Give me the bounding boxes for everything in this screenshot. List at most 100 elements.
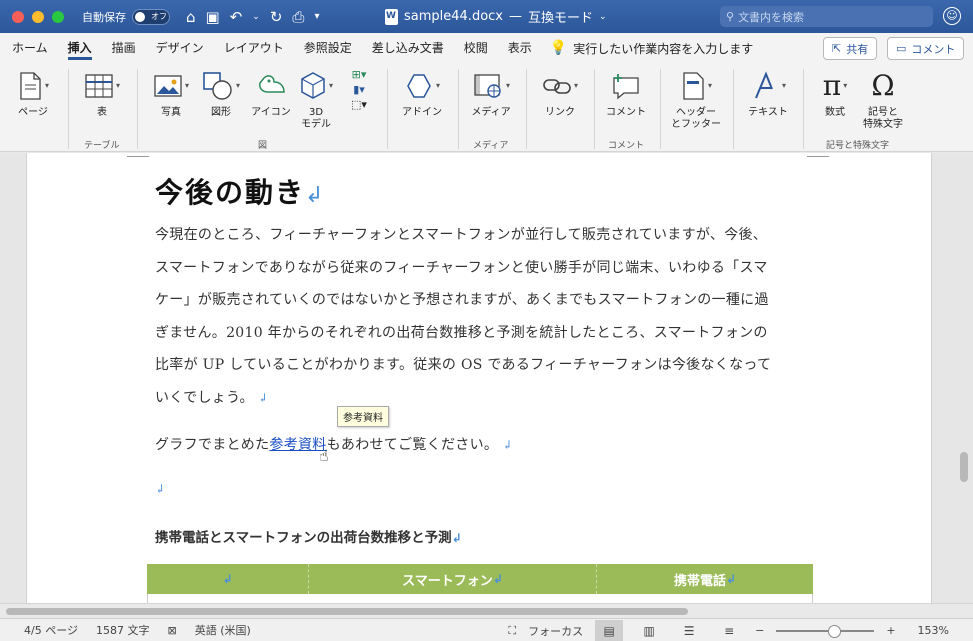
bird-icon [259,75,285,93]
save-icon[interactable]: ▣ [206,8,220,26]
media-button[interactable]: ▾ メディア [466,69,516,119]
compatibility-mode: 互換モード [528,11,594,26]
table-header-cell[interactable]: スマートフォン ↲ [309,564,597,594]
tab-6[interactable]: 差し込み文書 [362,33,454,63]
quick-access-toolbar: ⌂ ▣ ↶ ⌄ ↻ ⎙ ▾ [186,8,319,26]
web-layout-icon: ▥ [643,623,655,638]
text-box-icon [755,71,773,99]
empty-paragraph[interactable]: ↲ [155,473,805,506]
draft-view-button[interactable]: ≡ [715,620,743,641]
document-heading[interactable]: 今後の動き↲ [155,171,325,211]
paragraph-1[interactable]: 今現在のところ、フィーチャーフォンとスマートフォンが並行して販売されていますが、… [155,219,805,415]
draft-icon: ≡ [724,623,735,638]
table-row[interactable] [147,594,813,603]
page-icon [20,72,41,100]
outline-icon: ☰ [683,623,695,638]
chevron-down-icon[interactable]: ⌄ [599,12,607,22]
tab-4[interactable]: レイアウト [214,33,294,63]
table-header-row[interactable]: ↲ スマートフォン ↲ 携帯電話 ↲ [147,564,813,594]
picture-button[interactable]: ▾ 写真 [148,69,194,119]
page-button[interactable]: ▾ ページ [12,69,54,119]
proofing-icon[interactable]: ⊠ [167,624,176,637]
undo-icon[interactable]: ↶ [230,8,243,26]
screenshot-icon[interactable]: ⬚▾ [351,99,367,111]
title-bar: 自動保存 オフ ⌂ ▣ ↶ ⌄ ↻ ⎙ ▾ sample44.docx — 互換… [0,0,973,33]
symbol-button[interactable]: Ω 記号と 特殊文字 [858,69,908,131]
ribbon: ▾ ページ ▾ 表 テーブル ▾ 写真 ▾ 図形 アイコン ▾ 3D モデル ⊞… [0,63,973,152]
smartart-icon[interactable]: ⊞▾ [351,69,367,81]
home-icon[interactable]: ⌂ [186,8,196,26]
table-caption[interactable]: 携帯電話とスマートフォンの出荷台数推移と予測↲ [155,526,462,546]
paragraph-line: 今現在のところ、フィーチャーフォンとスマートフォンが並行して販売されていますが、… [155,227,768,243]
group-label-illustrations: 図 [258,141,268,151]
pi-icon: π [822,69,842,102]
paragraph-line: ケー」が販売されていくのではないかと予想されますが、あくまでもスマートフォンの一… [155,292,769,309]
hand-cursor-icon: ☝ [319,446,329,465]
group-label-media: メディア [473,141,509,151]
maximize-window-button[interactable] [52,10,64,23]
link-tooltip: 参考資料 [337,406,389,427]
return-mark: ↲ [253,390,269,405]
web-layout-view-button[interactable]: ▥ [635,620,663,641]
print-layout-view-button[interactable]: ▤ [595,619,624,641]
paragraph-line: いくでしょう。 ↲ [155,389,269,406]
shapes-button[interactable]: ▾ 図形 [198,69,244,119]
document-title: sample44.docx — 互換モード ⌄ [385,0,607,33]
tab-7[interactable]: 校閲 [454,33,498,63]
new-comment-button[interactable]: コメント [602,69,650,119]
tell-me-box[interactable]: 💡 実行したい作業内容を入力します [550,40,753,57]
close-window-button[interactable] [12,10,24,23]
return-mark: ↲ [155,482,166,496]
tab-3[interactable]: デザイン [146,33,214,63]
icons-button[interactable]: アイコン [248,69,294,119]
media-icon [474,74,501,98]
chart-icon[interactable]: ▮▾ [351,84,367,96]
3d-models-button[interactable]: ▾ 3D モデル [296,69,336,131]
vertical-scrollbar-thumb[interactable] [960,452,968,482]
addins-button[interactable]: ▾ アドイン [398,69,446,119]
tab-2[interactable]: 描画 [102,33,146,63]
autosave-toggle[interactable]: オフ [132,8,170,25]
focus-mode[interactable]: フォーカス [528,623,583,639]
autosave-label: 自動保存 [82,10,126,24]
redo-icon[interactable]: ↻ [270,8,283,26]
customize-toolbar-icon[interactable]: ▾ [314,11,319,22]
zoom-out-icon[interactable]: − [755,624,764,637]
search-input[interactable]: ⚲ 文書内を検索 [720,6,933,27]
horizontal-scrollbar-thumb[interactable] [6,608,688,615]
print-icon[interactable]: ⎙ [292,8,304,26]
chevron-down-icon[interactable]: ⌄ [252,12,260,22]
return-mark: ↲ [305,183,326,208]
text-button[interactable]: ▾ テキスト [742,69,794,119]
table-header-cell[interactable]: ↲ [147,564,309,594]
tab-8[interactable]: 表示 [498,33,542,63]
language-status[interactable]: 英語 (米国) [195,622,251,638]
page-count[interactable]: 4/5 ページ [24,622,78,638]
feedback-smiley-icon[interactable]: ☺ [943,7,961,25]
word-count[interactable]: 1587 文字 [96,622,150,638]
comments-button[interactable]: ▭ コメント [887,37,965,60]
focus-icon[interactable]: ⛶ [508,624,516,638]
table-button[interactable]: ▾ 表 [78,69,126,119]
zoom-in-icon[interactable]: + [886,624,895,637]
equation-button[interactable]: π ▾ 数式 [812,69,858,119]
document-area[interactable]: 今後の動き↲ 今現在のところ、フィーチャーフォンとスマートフォンが並行して販売さ… [0,153,973,603]
zoom-slider[interactable] [776,624,875,638]
return-mark: ↲ [498,438,513,452]
header-footer-button[interactable]: ▾ ヘッダー とフッター [668,69,724,131]
tab-5[interactable]: 参照設定 [294,33,362,63]
tab-0[interactable]: ホーム [2,33,58,63]
table-header-cell[interactable]: 携帯電話 ↲ [597,564,813,594]
minimize-window-button[interactable] [32,10,44,23]
outline-view-button[interactable]: ☰ [675,620,703,641]
link-button[interactable]: ▾ リンク [536,69,584,119]
tab-1[interactable]: 挿入 [58,33,102,63]
share-button[interactable]: ⇱ 共有 [823,37,878,60]
horizontal-scrollbar[interactable] [0,603,973,618]
group-label-comment: コメント [608,141,645,151]
zoom-level[interactable]: 153% [918,624,949,637]
document-name: sample44.docx [404,9,503,24]
status-bar: 4/5 ページ 1587 文字 ⊠ 英語 (米国) ⛶ フォーカス ▤ ▥ ☰ … [0,618,973,641]
document-page[interactable]: 今後の動き↲ 今現在のところ、フィーチャーフォンとスマートフォンが並行して販売さ… [26,153,932,603]
paragraph-2[interactable]: グラフでまとめた参考資料もあわせてご覧ください。 ↲ [155,429,805,462]
